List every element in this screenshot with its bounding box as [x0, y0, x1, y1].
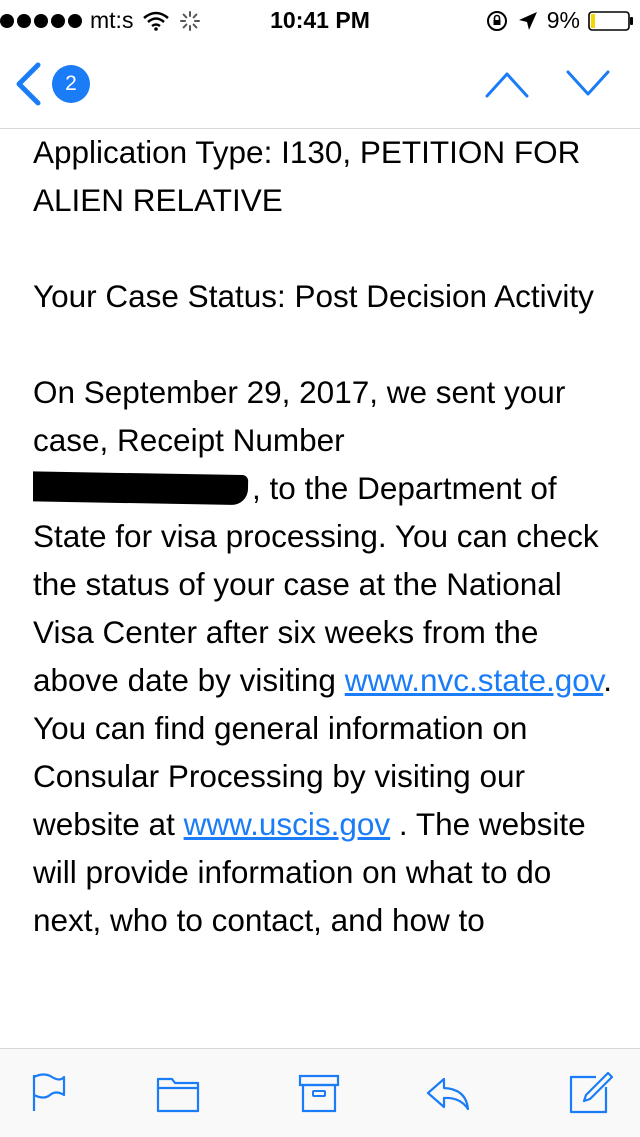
bottom-toolbar: [0, 1048, 640, 1137]
rotation-lock-icon: [486, 10, 507, 31]
unread-count-badge: 2: [52, 65, 90, 103]
reply-button[interactable]: [424, 1069, 472, 1117]
back-chevron-icon: [16, 62, 41, 106]
case-details-paragraph: On September 29, 2017, we sent your case…: [33, 368, 623, 944]
nvc-link[interactable]: www.nvc.state.gov: [345, 662, 604, 698]
application-type-paragraph: Application Type: I130, PETITION FOR ALI…: [33, 134, 581, 218]
compose-icon: [569, 1071, 614, 1114]
previous-message-button[interactable]: [484, 66, 530, 102]
back-button[interactable]: 2: [14, 62, 90, 106]
flag-button[interactable]: [24, 1069, 72, 1117]
compose-button[interactable]: [566, 1069, 614, 1117]
flag-icon: [32, 1073, 66, 1111]
archive-button[interactable]: [295, 1069, 343, 1117]
reply-icon: [426, 1077, 470, 1111]
archive-icon: [298, 1074, 340, 1113]
move-to-folder-button[interactable]: [154, 1069, 202, 1117]
status-bar: mt:s 10:41 PM 9%: [0, 0, 640, 40]
nav-bar: 2: [0, 40, 640, 129]
email-body: Application Type: I130, PETITION FOR ALI…: [33, 128, 623, 1048]
next-message-button[interactable]: [565, 66, 611, 102]
folder-icon: [156, 1077, 200, 1113]
battery-percent: 9%: [546, 7, 580, 33]
uscis-link[interactable]: www.uscis.gov: [184, 806, 391, 842]
case-status-paragraph: Your Case Status: Post Decision Activity: [33, 278, 594, 314]
case-details-text-a: On September 29, 2017, we sent your case…: [33, 374, 566, 458]
battery-icon: [588, 10, 633, 31]
redacted-receipt-number: [33, 470, 249, 506]
location-arrow-icon: [518, 11, 537, 30]
status-right: 9%: [485, 7, 634, 34]
